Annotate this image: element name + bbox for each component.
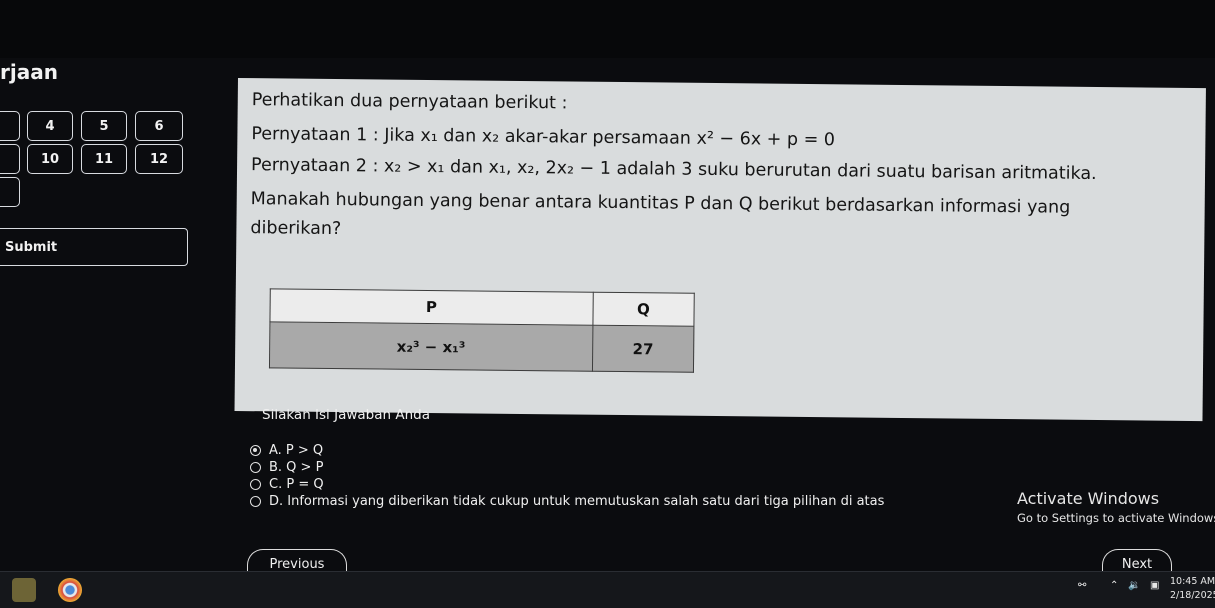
system-clock[interactable]: 10:45 AM 2/18/2025 [1170, 575, 1215, 603]
table-cell-p: x₂³ − x₁³ [269, 321, 593, 372]
clock-time: 10:45 AM [1170, 576, 1215, 587]
option-text: A. P > Q [269, 443, 324, 458]
activate-subtitle: Go to Settings to activate Windows [1017, 511, 1215, 525]
question-panel: Perhatikan dua pernyataan berikut : Pern… [234, 78, 1206, 422]
question-prompt-line-2: diberikan? [250, 218, 342, 240]
table-header-p: P [269, 288, 593, 326]
question-number-button-partial[interactable] [0, 144, 20, 174]
table-cell-q: 27 [592, 325, 694, 373]
answer-option-c[interactable]: C. P = Q [250, 477, 324, 492]
question-number-button[interactable]: 4 [27, 111, 73, 141]
option-text: D. Informasi yang diberikan tidak cukup … [269, 494, 885, 509]
question-number-button[interactable]: 11 [81, 144, 127, 174]
answer-option-d[interactable]: D. Informasi yang diberikan tidak cukup … [250, 494, 884, 509]
question-number-button-partial[interactable] [0, 111, 20, 141]
question-prompt-line-1: Manakah hubungan yang benar antara kuant… [250, 189, 1071, 218]
radio-icon[interactable] [250, 496, 261, 507]
clock-date: 2/18/2025 [1170, 590, 1215, 601]
answer-label: Silakan Isi Jawaban Anda [262, 407, 430, 423]
question-number-button[interactable]: 10 [27, 144, 73, 174]
chrome-icon[interactable] [58, 578, 82, 602]
table-header-q: Q [592, 292, 695, 327]
submit-button[interactable]: Submit [0, 228, 188, 266]
taskbar: ⚯ ⌃ 🔉 ▣ 10:45 AM 2/18/2025 [0, 571, 1215, 608]
chevron-up-icon[interactable]: ⌃ [1110, 580, 1118, 591]
chat-icon[interactable]: ▣ [1150, 580, 1159, 591]
question-number-button[interactable]: 6 [135, 111, 183, 141]
option-text: B. Q > P [269, 460, 324, 475]
question-intro: Perhatikan dua pernyataan berikut : [251, 90, 568, 114]
radio-icon[interactable] [250, 462, 261, 473]
question-number-button-partial[interactable] [0, 177, 20, 207]
statement-2: Pernyataan 2 : x₂ > x₁ dan x₁, x₂, 2x₂ −… [250, 155, 1097, 184]
activate-title: Activate Windows [1017, 489, 1160, 508]
sidebar-title: rjaan [0, 60, 58, 84]
radio-icon[interactable] [250, 479, 261, 490]
comparison-table: P Q x₂³ − x₁³ 27 [269, 288, 695, 373]
top-bar [0, 0, 1215, 58]
option-text: C. P = Q [269, 477, 324, 492]
radio-selected-icon[interactable] [250, 445, 261, 456]
people-icon[interactable]: ⚯ [1078, 580, 1086, 591]
question-number-button[interactable]: 5 [81, 111, 127, 141]
statement-1: Pernyataan 1 : Jika x₁ dan x₂ akar-akar … [251, 124, 836, 151]
answer-option-a[interactable]: A. P > Q [250, 443, 323, 458]
activate-windows-watermark: Activate Windows Go to Settings to activ… [1017, 489, 1215, 525]
question-number-button-current[interactable]: 12 [135, 144, 183, 174]
file-explorer-icon[interactable] [12, 578, 36, 602]
answer-option-b[interactable]: B. Q > P [250, 460, 323, 475]
volume-icon[interactable]: 🔉 [1128, 580, 1140, 591]
